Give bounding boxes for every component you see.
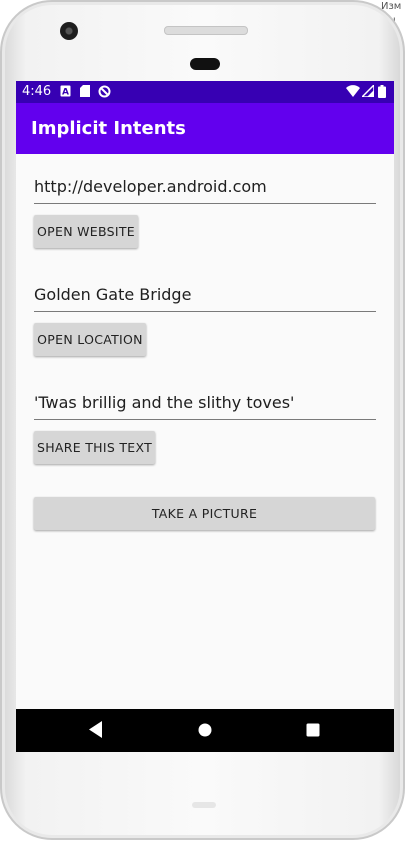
status-time: 4:46 xyxy=(22,84,52,99)
navigation-bar xyxy=(16,709,394,752)
phone-frame: 4:46 A Implicit Intents http://developer… xyxy=(0,0,405,840)
blocked-icon xyxy=(98,85,111,98)
take-picture-button[interactable]: TAKE A PICTURE xyxy=(34,497,375,530)
front-camera xyxy=(60,22,78,40)
wifi-icon xyxy=(346,85,360,97)
website-url-field[interactable]: http://developer.android.com xyxy=(34,173,376,204)
device-screen: 4:46 A Implicit Intents http://developer… xyxy=(16,81,394,752)
sd-card-icon xyxy=(80,85,90,97)
battery-icon xyxy=(378,85,386,98)
recents-icon[interactable] xyxy=(306,723,320,737)
top-speaker-grille xyxy=(164,26,248,35)
earpiece-slot xyxy=(190,58,220,70)
status-bar: 4:46 A xyxy=(16,81,394,103)
app-bar: Implicit Intents xyxy=(16,103,394,154)
a-icon: A xyxy=(60,85,71,97)
share-text-field[interactable]: 'Twas brillig and the slithy toves' xyxy=(34,389,376,420)
bottom-microphone xyxy=(192,802,216,808)
home-icon[interactable] xyxy=(198,723,212,737)
signal-icon xyxy=(362,85,374,97)
location-field[interactable]: Golden Gate Bridge xyxy=(34,281,376,312)
share-text-button[interactable]: SHARE THIS TEXT xyxy=(34,431,155,464)
svg-text:A: A xyxy=(62,88,69,98)
open-location-button[interactable]: OPEN LOCATION xyxy=(34,323,146,356)
open-website-button[interactable]: OPEN WEBSITE xyxy=(34,215,138,248)
app-title: Implicit Intents xyxy=(31,118,186,139)
back-icon[interactable] xyxy=(89,721,103,738)
